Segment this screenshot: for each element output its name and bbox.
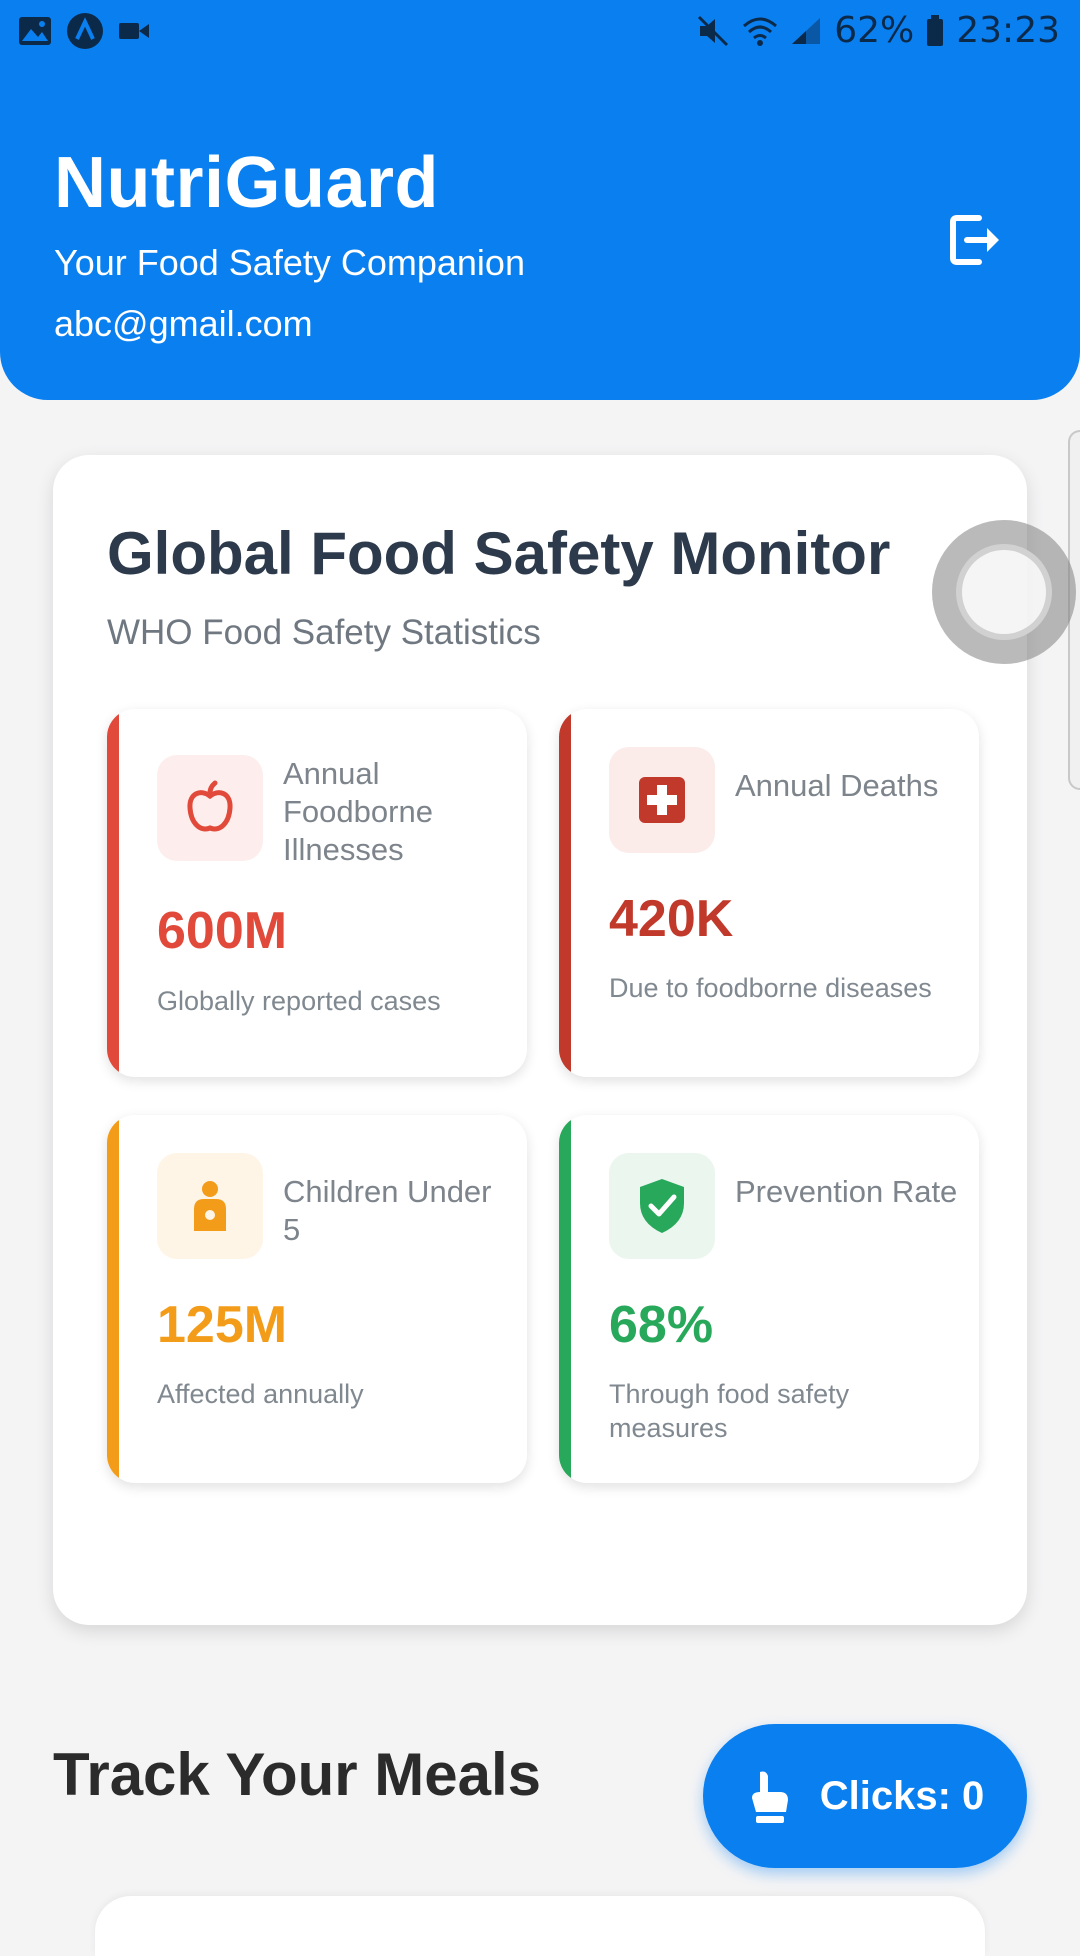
stat-label: Prevention Rate [735, 1174, 958, 1209]
stat-value: 420K [609, 890, 734, 948]
stat-card-illnesses[interactable]: Annual Foodborne Illnesses 600M Globally… [107, 709, 527, 1077]
stat-value: 125M [157, 1296, 288, 1354]
stat-card-children[interactable]: Children Under 5 125M Affected annually [107, 1115, 527, 1483]
signal-icon [790, 16, 822, 46]
meal-tracker-card [95, 1896, 985, 1956]
stat-label: Annual Deaths [735, 768, 939, 803]
medical-cross-icon [609, 747, 715, 853]
track-meals-title: Track Your Meals [53, 1741, 542, 1808]
stat-label: Children Under 5 [283, 1174, 492, 1247]
app-header: 62% 23:23 NutriGuard Your Food Safety Co… [0, 0, 1080, 400]
clicks-label: Clicks: 0 [819, 1773, 985, 1818]
monitor-subtitle: WHO Food Safety Statistics [107, 613, 541, 652]
shield-check-icon [609, 1153, 715, 1259]
video-camera-icon [118, 20, 150, 42]
app-title: NutriGuard [54, 143, 440, 223]
stat-value: 68% [609, 1296, 714, 1354]
wifi-icon [742, 14, 778, 48]
user-email: abc@gmail.com [54, 303, 313, 344]
stat-description: Due to foodborne diseases [609, 973, 932, 1003]
tap-icon [751, 1771, 788, 1823]
food-safety-monitor-card: Global Food Safety Monitor WHO Food Safe… [53, 455, 1027, 1625]
clicks-counter-button[interactable]: Clicks: 0 [703, 1724, 1027, 1868]
logout-button[interactable] [945, 210, 1005, 270]
stat-description: Through food safety measures [609, 1379, 850, 1443]
child-icon [157, 1153, 263, 1259]
apple-icon [157, 755, 263, 861]
status-bar: 62% 23:23 [0, 0, 1080, 64]
battery-percent: 62% [834, 10, 915, 51]
stat-description: Affected annually [157, 1379, 364, 1409]
stat-value: 600M [157, 902, 288, 960]
battery-icon [926, 14, 944, 47]
monitor-title: Global Food Safety Monitor [107, 520, 891, 587]
gallery-icon [18, 16, 52, 46]
mute-icon [696, 14, 730, 48]
app-subtitle: Your Food Safety Companion [54, 242, 525, 283]
app-a-icon [66, 12, 104, 50]
clock: 23:23 [956, 10, 1060, 51]
stat-card-deaths[interactable]: Annual Deaths 420K Due to foodborne dise… [559, 709, 979, 1077]
logout-icon [950, 215, 999, 265]
assistive-touch-button[interactable] [932, 520, 1076, 664]
stat-label: Annual Foodborne Illnesses [283, 756, 433, 867]
stat-card-prevention[interactable]: Prevention Rate 68% Through food safety … [559, 1115, 979, 1483]
stat-description: Globally reported cases [157, 986, 441, 1016]
